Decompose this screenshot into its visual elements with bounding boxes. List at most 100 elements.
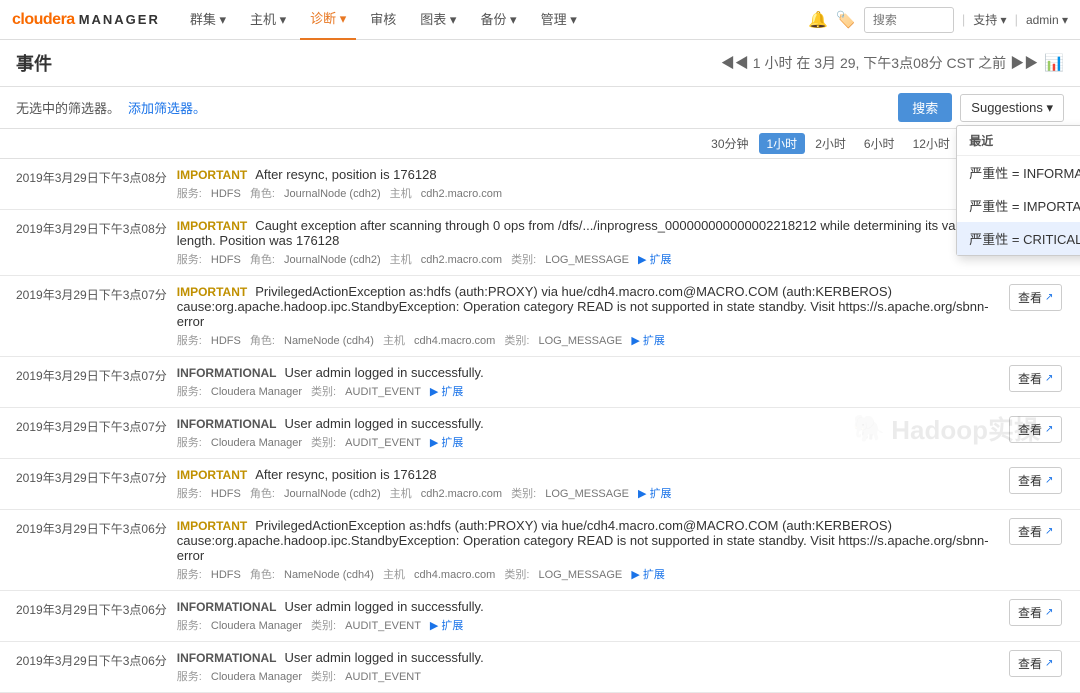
- event-time: 2019年3月29日下午3点08分: [16, 218, 167, 237]
- support-menu[interactable]: 支持 ▾: [973, 11, 1006, 28]
- time-chart-icon[interactable]: 📊: [1044, 53, 1064, 73]
- meta-value: cdh2.macro.com: [421, 254, 505, 266]
- page-header: 事件 ◀◀ 1 小时 在 3月 29, 下午3点08分 CST 之前 ▶▶ 📊: [0, 40, 1080, 87]
- topnav-sep2: |: [1015, 12, 1018, 27]
- admin-menu[interactable]: admin ▾: [1026, 13, 1068, 27]
- expand-link[interactable]: ▶ 扩展: [430, 437, 464, 449]
- suggestions-button[interactable]: Suggestions ▾: [960, 94, 1064, 122]
- event-meta: 服务: HDFS 角色: JournalNode (cdh2) 主机 cdh2.…: [177, 185, 999, 201]
- event-time: 2019年3月29日下午3点07分: [16, 284, 167, 303]
- event-severity-badge: IMPORTANT: [177, 219, 247, 233]
- event-severity-badge: INFORMATIONAL: [177, 651, 277, 665]
- event-title: User admin logged in successfully.: [285, 599, 484, 614]
- logo-cloudera: cloudera: [12, 11, 75, 29]
- meta-label: 类别:: [311, 437, 339, 449]
- event-time: 2019年3月29日下午3点08分: [16, 167, 167, 186]
- nav-management[interactable]: 管理 ▾: [531, 0, 587, 40]
- event-row: 2019年3月29日下午3点07分IMPORTANTAfter resync, …: [0, 459, 1080, 510]
- event-severity-badge: IMPORTANT: [177, 285, 247, 299]
- event-row: 2019年3月29日下午3点06分 INFORMATIONALUser admin…: [0, 591, 1080, 642]
- meta-value: HDFS: [211, 254, 244, 266]
- page-title: 事件: [16, 50, 52, 76]
- view-button[interactable]: 查看 ↗: [1009, 365, 1062, 392]
- global-search-input[interactable]: [864, 7, 954, 33]
- meta-label: 服务:: [177, 188, 205, 200]
- event-title: After resync, position is 176128: [255, 467, 436, 482]
- time-pill-30min[interactable]: 30分钟: [703, 133, 756, 154]
- event-body: INFORMATIONALUser admin logged in succes…: [177, 599, 999, 633]
- dropdown-item-critical[interactable]: 严重性 = CRITICAL: [957, 222, 1080, 255]
- view-button[interactable]: 查看 ↗: [1009, 416, 1062, 443]
- event-meta: 服务: Cloudera Manager 类别: AUDIT_EVENT ▶ 扩…: [177, 383, 999, 399]
- external-link-icon: ↗: [1045, 658, 1053, 669]
- event-time: 2019年3月29日下午3点07分: [16, 365, 167, 384]
- meta-value: cdh4.macro.com: [414, 335, 498, 347]
- nav-diagnosis[interactable]: 诊断 ▾: [300, 0, 356, 40]
- expand-link[interactable]: ▶ 扩展: [430, 386, 464, 398]
- event-severity-badge: INFORMATIONAL: [177, 366, 277, 380]
- event-time: 2019年3月29日下午3点06分: [16, 518, 167, 537]
- event-action: 查看 ↗: [1009, 650, 1064, 677]
- meta-label: 主机: [383, 335, 408, 347]
- expand-link[interactable]: ▶ 扩展: [638, 488, 672, 500]
- nav-audit[interactable]: 审核: [360, 0, 406, 40]
- tag-icon[interactable]: 🏷️: [836, 10, 856, 30]
- event-meta: 服务: Cloudera Manager 类别: AUDIT_EVENT: [177, 668, 999, 684]
- view-button[interactable]: 查看 ↗: [1009, 467, 1062, 494]
- dropdown-item-important[interactable]: 严重性 = IMPORTANT: [957, 189, 1080, 222]
- event-body: IMPORTANTCaught exception after scanning…: [177, 218, 999, 267]
- view-button[interactable]: 查看 ↗: [1009, 284, 1062, 311]
- event-action: 查看 ↗: [1009, 599, 1064, 626]
- nav-host[interactable]: 主机 ▾: [240, 0, 296, 40]
- view-button[interactable]: 查看 ↗: [1009, 518, 1062, 545]
- expand-link[interactable]: ▶ 扩展: [430, 620, 464, 632]
- time-nav-text[interactable]: ◀◀ 1 小时 在 3月 29, 下午3点08分 CST 之前 ▶▶: [721, 53, 1038, 73]
- meta-value: Cloudera Manager: [211, 386, 305, 398]
- dropdown-item-informational[interactable]: 严重性 = INFORMATIONAL: [957, 156, 1080, 189]
- nav-charts[interactable]: 图表 ▾: [410, 0, 466, 40]
- event-severity-badge: INFORMATIONAL: [177, 417, 277, 431]
- view-button[interactable]: 查看 ↗: [1009, 650, 1062, 677]
- event-row: 2019年3月29日下午3点07分 INFORMATIONALUser admin…: [0, 357, 1080, 408]
- event-time: 2019年3月29日下午3点06分: [16, 599, 167, 618]
- meta-label: 主机: [390, 254, 415, 266]
- expand-link[interactable]: ▶ 扩展: [638, 254, 672, 266]
- search-button[interactable]: 搜索: [898, 93, 952, 122]
- nav-cluster[interactable]: 群集 ▾: [180, 0, 236, 40]
- time-pill-6hr[interactable]: 6小时: [856, 133, 903, 154]
- time-pill-2hr[interactable]: 2小时: [807, 133, 854, 154]
- meta-value: AUDIT_EVENT: [345, 620, 424, 632]
- meta-value: HDFS: [211, 569, 244, 581]
- event-body: INFORMATIONALUser admin logged in succes…: [177, 365, 999, 399]
- event-row: 2019年3月29日下午3点07分INFORMATIONALUser admin…: [0, 408, 1080, 459]
- view-button[interactable]: 查看 ↗: [1009, 599, 1062, 626]
- event-meta: 服务: HDFS 角色: NameNode (cdh4) 主机 cdh4.mac…: [177, 566, 999, 582]
- meta-label: 角色:: [250, 335, 278, 347]
- event-row: 2019年3月29日下午3点08分 IMPORTANTCaught excepti…: [0, 210, 1080, 276]
- meta-value: HDFS: [211, 488, 244, 500]
- event-row: 2019年3月29日下午3点06分IMPORTANTPrivilegedActi…: [0, 510, 1080, 591]
- event-title: PrivilegedActionException as:hdfs (auth:…: [177, 284, 989, 329]
- meta-label: 角色:: [250, 254, 278, 266]
- expand-link[interactable]: ▶ 扩展: [631, 335, 665, 347]
- bell-icon[interactable]: 🔔: [808, 10, 828, 30]
- meta-value: LOG_MESSAGE: [539, 335, 626, 347]
- meta-value: LOG_MESSAGE: [545, 488, 632, 500]
- event-action: 查看 ↗: [1009, 284, 1064, 311]
- time-pill-12hr[interactable]: 12小时: [905, 133, 958, 154]
- time-pill-1hr[interactable]: 1小时: [759, 133, 806, 154]
- event-severity-badge: IMPORTANT: [177, 168, 247, 182]
- meta-label: 类别:: [311, 671, 339, 683]
- dropdown-header: 最近: [957, 126, 1080, 156]
- expand-link[interactable]: ▶ 扩展: [631, 569, 665, 581]
- add-filter-link[interactable]: 添加筛选器。: [128, 98, 206, 117]
- event-row: 2019年3月29日下午3点08分IMPORTANTAfter resync, …: [0, 159, 1080, 210]
- event-meta: 服务: HDFS 角色: JournalNode (cdh2) 主机 cdh2.…: [177, 485, 999, 501]
- meta-value: cdh4.macro.com: [414, 569, 498, 581]
- meta-value: cdh2.macro.com: [421, 488, 505, 500]
- time-range-bar: 30分钟 1小时 2小时 6小时 12小时 1天 7d 30d: [0, 129, 1080, 159]
- nav-backup[interactable]: 备份 ▾: [470, 0, 526, 40]
- external-link-icon: ↗: [1045, 526, 1053, 537]
- event-severity-badge: IMPORTANT: [177, 519, 247, 533]
- meta-label: 服务:: [177, 620, 205, 632]
